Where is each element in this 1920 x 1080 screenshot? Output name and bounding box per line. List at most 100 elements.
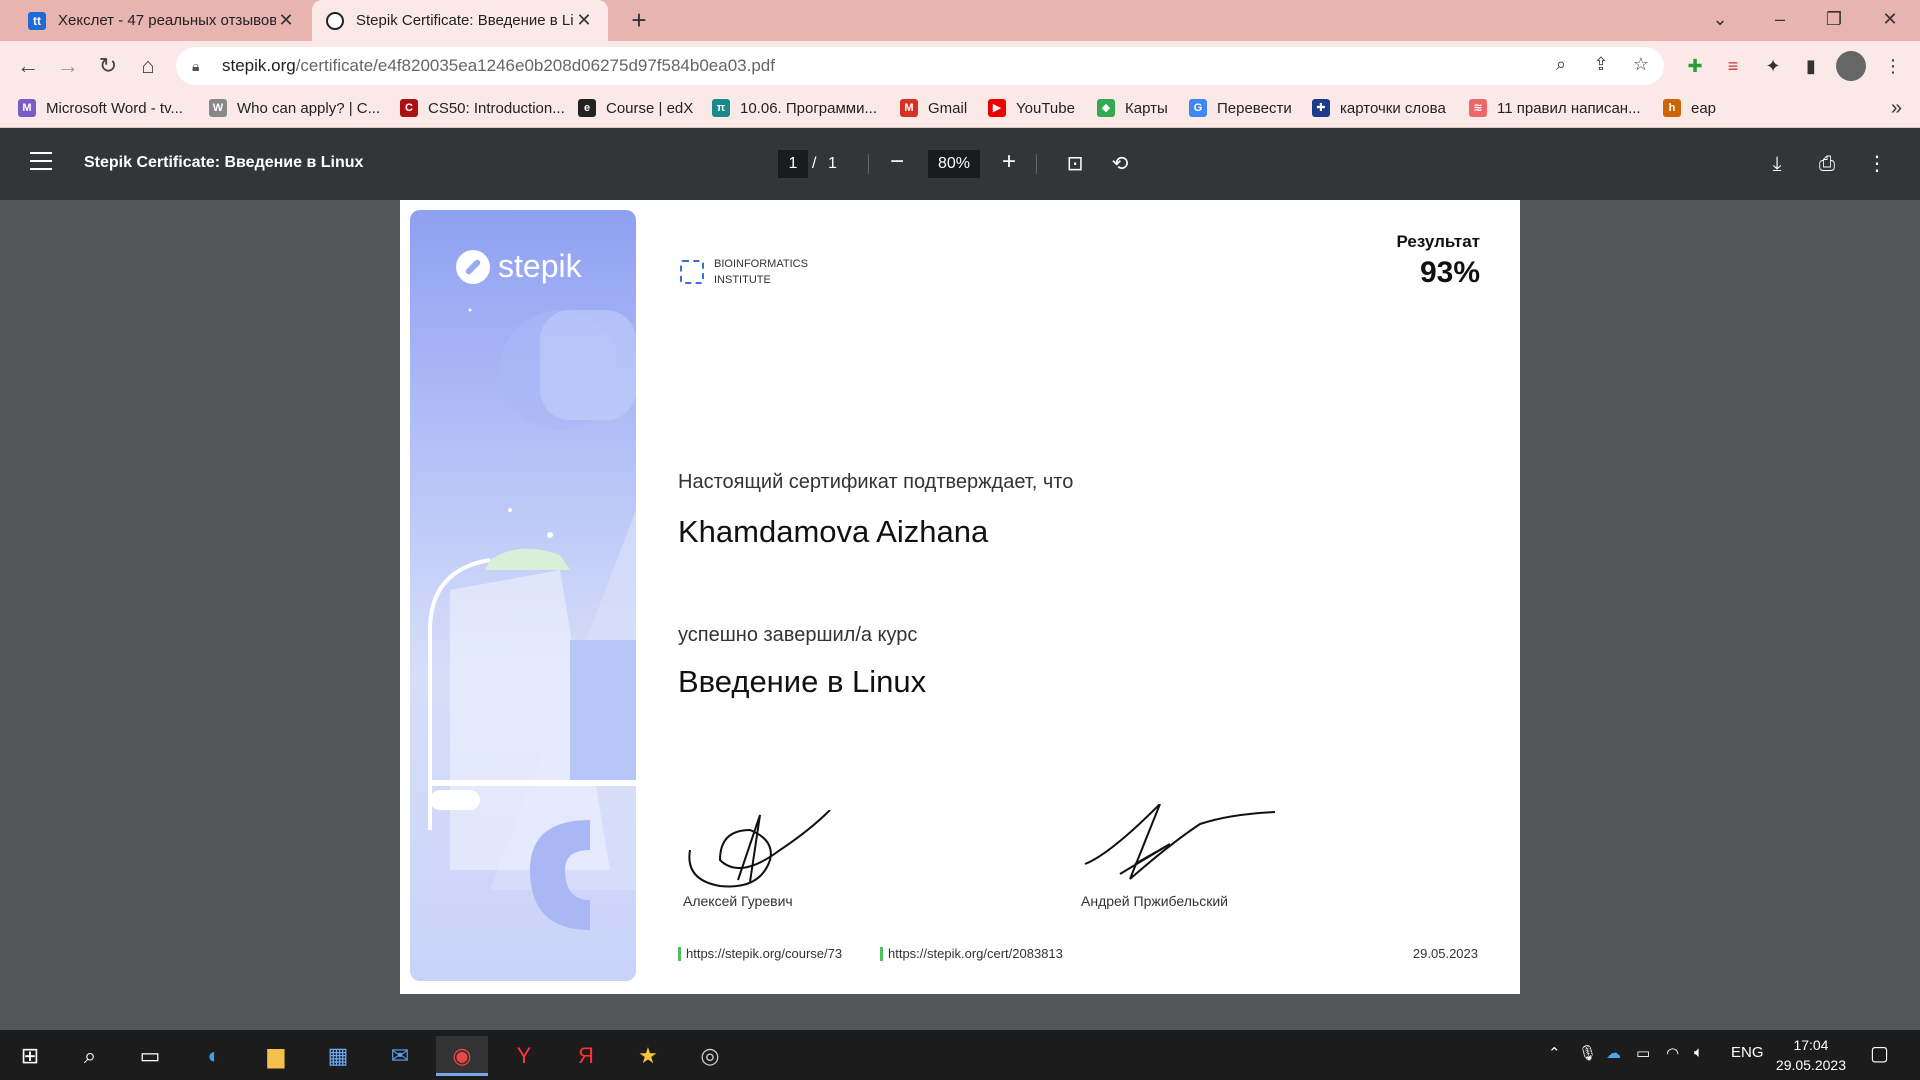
store-icon[interactable]: ▦	[312, 1036, 364, 1076]
pdf-page: stepik BIOINFORMATICS INSTITUTE Результат…	[400, 200, 1520, 994]
minimize-button[interactable]: –	[1752, 0, 1808, 41]
language-indicator[interactable]: ENG	[1731, 1044, 1764, 1061]
notifications-icon[interactable]: ▢	[1870, 1041, 1889, 1066]
volume-icon[interactable]: 🔈︎	[1694, 1044, 1703, 1061]
print-icon[interactable]: ⎙	[1811, 148, 1843, 180]
share-icon[interactable]: ⇪	[1586, 49, 1616, 79]
completed-text: успешно завершил/а курс	[678, 624, 918, 646]
bookmark-label: Who can apply? | C...	[237, 99, 381, 117]
side-panel-icon[interactable]: ▮	[1796, 51, 1826, 81]
reload-button[interactable]: ↻	[92, 51, 124, 81]
certificate-date: 29.05.2023	[1412, 946, 1478, 961]
tab-search-button[interactable]: ⌄	[1692, 0, 1748, 41]
bookmark-favicon-icon: ▶	[988, 99, 1006, 117]
chrome-icon[interactable]: ◉	[436, 1036, 488, 1076]
restore-button[interactable]: ❐	[1806, 0, 1862, 41]
system-clock[interactable]: 17:04 29.05.2023	[1776, 1035, 1846, 1075]
result-value: 93%	[1419, 256, 1480, 289]
cert-url[interactable]: https://stepik.org/cert/2083813	[880, 946, 1063, 961]
fit-page-icon[interactable]: ⊡	[1059, 148, 1091, 180]
close-window-button[interactable]: ✕	[1862, 0, 1918, 41]
bookmarks-bar: M Microsoft Word - tv... W Who can apply? |…	[0, 91, 1920, 128]
close-tab-icon[interactable]: ✕	[276, 10, 296, 31]
bookmark-label: Карты	[1125, 99, 1168, 117]
battery-icon[interactable]: ▭	[1636, 1044, 1650, 1062]
tab-stepik-certificate[interactable]: Stepik Certificate: Введение в Li ✕	[312, 0, 608, 41]
show-hidden-icons[interactable]: ⌃	[1548, 1044, 1561, 1062]
bookmark-favicon-icon: M	[18, 99, 36, 117]
windows-start-icon[interactable]: ⊞	[4, 1036, 56, 1076]
bookmark-label: Перевести	[1217, 99, 1292, 117]
home-button[interactable]: ⌂	[132, 51, 164, 81]
course-url-text: https://stepik.org/course/73	[686, 946, 843, 961]
signature-gurevich	[688, 810, 831, 888]
bookmark-item[interactable]: π 10.06. Программи...	[712, 99, 877, 117]
page-separator: /	[812, 155, 817, 172]
divider	[868, 154, 869, 174]
bookmark-item[interactable]: M Gmail	[900, 99, 967, 117]
result-label: Результат	[1396, 232, 1481, 251]
bookmark-item[interactable]: ▶ YouTube	[988, 99, 1075, 117]
browser-tab-bar: tt Хекслет - 47 реальных отзывов ✕ Stepi…	[0, 0, 1920, 41]
tab-hexlet[interactable]: tt Хекслет - 47 реальных отзывов ✕	[14, 0, 310, 41]
windows-taskbar: ⊞ ⌕ ▭ ◐ ▆ ▦ ✉ ◉ Y Я ★ ◎ ⌃ 🎙︎ ☁ ▭ ◠ 🔈︎ EN…	[0, 1030, 1920, 1080]
signature-przhibelsky	[1084, 804, 1276, 880]
menu-kebab-icon[interactable]: ⋮	[1878, 51, 1908, 81]
menu-icon[interactable]	[30, 152, 52, 172]
tab-title: Stepik Certificate: Введение в Li	[356, 12, 574, 29]
zoom-level-input[interactable]: 80%	[928, 150, 980, 178]
bookmark-favicon-icon: G	[1189, 99, 1207, 117]
back-button[interactable]: ←	[12, 51, 44, 81]
forward-button[interactable]: →	[52, 51, 84, 81]
bookmark-item[interactable]: ◆ Карты	[1097, 99, 1168, 117]
extension-list-icon[interactable]: ≡	[1718, 51, 1748, 81]
bookmark-item[interactable]: G Перевести	[1189, 99, 1292, 117]
bookmark-item[interactable]: ≋ 11 правил написан...	[1469, 99, 1641, 117]
bookmark-label: CS50: Introduction...	[428, 99, 565, 117]
microphone-icon[interactable]: 🎙︎	[1578, 1044, 1597, 1062]
edge-icon[interactable]: ◐	[188, 1036, 240, 1076]
file-explorer-icon[interactable]: ▆	[250, 1036, 302, 1076]
bookmark-item[interactable]: C CS50: Introduction...	[400, 99, 565, 117]
star-app-icon[interactable]: ★	[622, 1036, 674, 1076]
url-host: stepik.org	[222, 56, 296, 75]
bookmark-item[interactable]: M Microsoft Word - tv...	[18, 99, 183, 117]
search-icon[interactable]: ⌕	[64, 1036, 116, 1076]
onedrive-icon[interactable]: ☁	[1606, 1044, 1621, 1062]
bookmarks-overflow-icon[interactable]: »	[1891, 97, 1902, 120]
bookmark-item[interactable]: h еар	[1663, 99, 1716, 117]
tab-title: Хекслет - 47 реальных отзывов	[58, 12, 276, 29]
bookmark-label: Microsoft Word - tv...	[46, 99, 183, 117]
certificate-decor-panel: stepik	[410, 210, 636, 981]
yandex-icon[interactable]: Я	[560, 1036, 612, 1076]
more-options-icon[interactable]: ⋮	[1861, 148, 1893, 180]
download-icon[interactable]: ⤓	[1761, 148, 1793, 180]
address-bar[interactable]: 🔒︎ stepik.org/certificate/e4f820035ea124…	[176, 47, 1664, 85]
page-total: 1	[828, 155, 837, 172]
bookmark-favicon-icon: π	[712, 99, 730, 117]
course-url[interactable]: https://stepik.org/course/73	[678, 946, 842, 961]
bioinformatics-institute-logo: BIOINFORMATICS INSTITUTE	[680, 256, 808, 288]
wifi-icon[interactable]: ◠	[1666, 1044, 1679, 1062]
rotate-icon[interactable]: ⟲	[1104, 148, 1136, 180]
zoom-out-button[interactable]: −	[882, 148, 912, 178]
close-tab-icon[interactable]: ✕	[574, 10, 594, 31]
extensions-puzzle-icon[interactable]: ✦	[1758, 51, 1788, 81]
zoom-icon[interactable]: ⌕	[1546, 49, 1576, 79]
bookmark-item[interactable]: ✚ карточки слова	[1312, 99, 1446, 117]
new-tab-button[interactable]: +	[624, 6, 654, 36]
task-view-icon[interactable]: ▭	[124, 1036, 176, 1076]
profile-avatar[interactable]	[1836, 51, 1866, 81]
page-number-input[interactable]: 1	[778, 150, 808, 178]
zoom-in-button[interactable]: +	[994, 148, 1024, 178]
clock-time: 17:04	[1793, 1037, 1829, 1053]
bookmark-item[interactable]: e Course | edX	[578, 99, 693, 117]
bookmark-star-icon[interactable]: ☆	[1626, 49, 1656, 79]
yandex-browser-icon[interactable]: Y	[498, 1036, 550, 1076]
bookmark-favicon-icon: ≋	[1469, 99, 1487, 117]
obs-icon[interactable]: ◎	[684, 1036, 736, 1076]
mail-icon[interactable]: ✉	[374, 1036, 426, 1076]
bookmark-favicon-icon: h	[1663, 99, 1681, 117]
extension-plus-icon[interactable]: ✚	[1680, 51, 1710, 81]
bookmark-item[interactable]: W Who can apply? | C...	[209, 99, 380, 117]
